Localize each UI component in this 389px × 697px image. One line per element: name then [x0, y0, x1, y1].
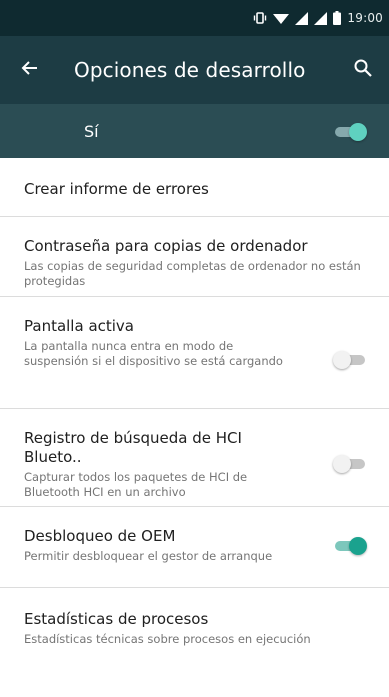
stay-awake-toggle[interactable]: [333, 349, 367, 369]
list-item-stay-awake[interactable]: Pantalla activa La pantalla nunca entra …: [0, 297, 389, 408]
master-switch-toggle[interactable]: [333, 121, 367, 141]
settings-list: Crear informe de errores Contraseña para…: [0, 158, 389, 660]
page-title: Opciones de desarrollo: [74, 58, 306, 82]
signal-icon: [295, 11, 309, 25]
back-button[interactable]: [2, 42, 58, 98]
item-title: Registro de búsqueda de HCI Blueto..: [24, 429, 242, 466]
item-title: Pantalla activa: [24, 317, 134, 335]
item-summary: Estadísticas técnicas sobre procesos en …: [24, 632, 311, 646]
item-summary: Capturar todos los paquetes de HCI de Bl…: [24, 470, 248, 499]
oem-unlock-toggle[interactable]: [333, 535, 367, 555]
hci-snoop-toggle[interactable]: [333, 453, 367, 473]
item-title: Desbloqueo de OEM: [24, 527, 176, 545]
toggle-thumb: [333, 351, 351, 369]
item-summary: Permitir desbloquear el gestor de arranq…: [24, 549, 273, 563]
app-bar: Opciones de desarrollo: [0, 36, 389, 104]
status-bar: 19:00: [0, 0, 389, 36]
battery-icon: [333, 11, 342, 25]
toggle-thumb: [333, 455, 351, 473]
list-item-oem-unlock[interactable]: Desbloqueo de OEM Permitir desbloquear e…: [0, 507, 389, 587]
item-title: Crear informe de errores: [24, 180, 209, 198]
arrow-back-icon: [20, 58, 40, 82]
item-title: Estadísticas de procesos: [24, 610, 209, 628]
toggle-thumb: [349, 537, 367, 555]
vibrate-icon: [253, 11, 267, 25]
signal-icon: [314, 11, 328, 25]
search-icon: [353, 58, 373, 82]
item-summary: La pantalla nunca entra en modo de suspe…: [24, 339, 283, 368]
list-item-hci-snoop-log[interactable]: Registro de búsqueda de HCI Blueto.. Cap…: [0, 409, 389, 506]
clock: 19:00: [347, 11, 383, 25]
item-summary: Las copias de seguridad completas de ord…: [24, 259, 361, 288]
toggle-thumb: [349, 123, 367, 141]
search-button[interactable]: [339, 46, 387, 94]
list-item-bug-report[interactable]: Crear informe de errores: [0, 158, 389, 216]
list-item-process-stats[interactable]: Estadísticas de procesos Estadísticas té…: [0, 588, 389, 660]
master-switch-bar[interactable]: Sí: [0, 104, 389, 158]
wifi-icon: [273, 11, 290, 25]
item-title: Contraseña para copias de ordenador: [24, 237, 308, 255]
list-item-backup-password[interactable]: Contraseña para copias de ordenador Las …: [0, 217, 389, 296]
